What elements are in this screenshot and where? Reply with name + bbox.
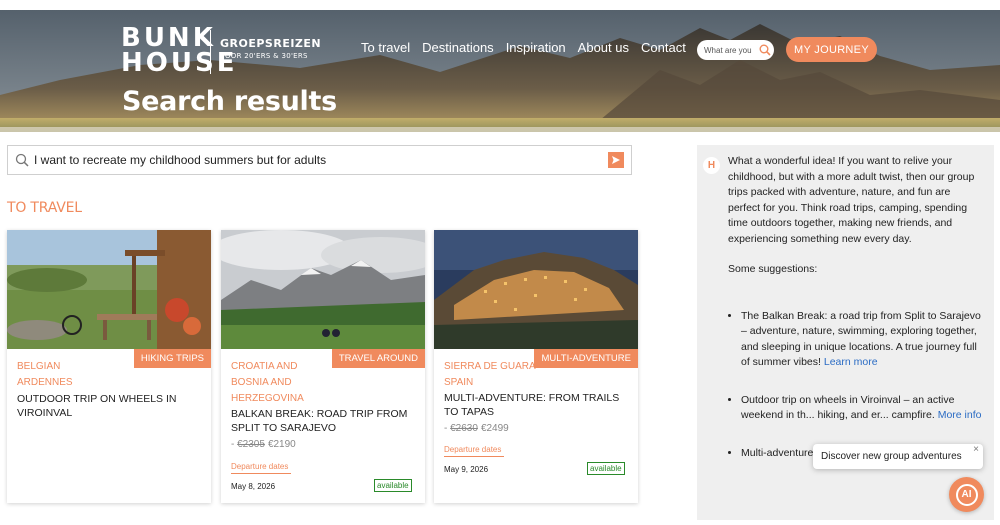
trip-image xyxy=(7,230,211,349)
header-search-input[interactable] xyxy=(704,45,756,55)
suggestion-item: Outdoor trip on wheels in Viroinval – an… xyxy=(741,393,984,424)
trip-title[interactable]: BALKAN BREAK: ROAD TRIP FROM SPLIT TO SA… xyxy=(231,407,417,435)
send-button[interactable] xyxy=(608,152,624,168)
trip-card[interactable]: HIKING TRIPS BELGIAN ARDENNES OUTDOOR TR… xyxy=(7,230,211,503)
logo-tagline-main: GROEPSREIZEN xyxy=(220,37,322,50)
trip-title[interactable]: OUTDOOR TRIP ON WHEELS IN VIROINVAL xyxy=(17,392,203,420)
new-price: €2499 xyxy=(480,423,509,434)
assistant-intro: What a wonderful idea! If you want to re… xyxy=(728,155,975,245)
category-tag: HIKING TRIPS xyxy=(133,349,211,368)
search-icon[interactable] xyxy=(758,43,772,57)
category-tag: MULTI-ADVENTURE xyxy=(534,349,638,368)
trip-card[interactable]: MULTI-ADVENTURE SIERRA DE GUARA SPAIN MU… xyxy=(434,230,638,503)
price-prefix: - xyxy=(444,423,448,434)
trip-title[interactable]: MULTI-ADVENTURE: FROM TRAILS TO TAPAS xyxy=(444,391,630,419)
departure-date: May 9, 2026 xyxy=(444,465,489,474)
trip-image xyxy=(221,230,425,349)
price-prefix: - xyxy=(231,439,235,450)
departure-dates-link[interactable]: Departure dates xyxy=(444,445,504,457)
logo-tagline: GROEPSREIZEN VOOR 20'ERS & 30'ERS xyxy=(220,37,321,60)
nav-inspiration[interactable]: Inspiration xyxy=(506,40,566,55)
category-tag: TRAVEL AROUND xyxy=(331,349,425,368)
assistant-avatar-letter: H xyxy=(707,160,716,171)
nav-destinations[interactable]: Destinations xyxy=(422,40,494,55)
departure-date: May 8, 2026 xyxy=(231,482,276,491)
close-icon[interactable]: × xyxy=(973,437,979,462)
discover-popup[interactable]: Discover new group adventures × xyxy=(813,444,983,469)
suggestion-link[interactable]: More info xyxy=(938,409,982,421)
hero-header: BUNK HOUSE GROEPSREIZEN VOOR 20'ERS & 30… xyxy=(0,10,1000,132)
availability-badge: available xyxy=(587,462,625,475)
logo-divider xyxy=(210,30,211,74)
main-navigation: To travel Destinations Inspiration About… xyxy=(361,40,686,55)
search-icon xyxy=(15,153,29,167)
suggestions-list: The Balkan Break: a road trip from Split… xyxy=(728,309,984,462)
page-title: Search results xyxy=(122,86,337,117)
ai-fab-label: AI xyxy=(961,489,972,500)
trip-price: - €2630 €2499 xyxy=(444,423,509,434)
trip-location: CROATIA AND BOSNIA AND HERZEGOVINA xyxy=(231,361,304,404)
section-title: TO TRAVEL xyxy=(7,200,82,216)
nav-about-us[interactable]: About us xyxy=(578,40,629,55)
send-icon xyxy=(612,156,620,164)
old-price: €2305 xyxy=(237,439,265,450)
trip-image xyxy=(434,230,638,349)
ai-icon: AI xyxy=(955,483,978,506)
popup-text: Discover new group adventures xyxy=(821,451,962,462)
suggestion-text: Outdoor trip on wheels in Viroinval – an… xyxy=(741,393,955,422)
header-search xyxy=(697,40,774,60)
old-price: €2630 xyxy=(450,423,478,434)
nav-to-travel[interactable]: To travel xyxy=(361,40,410,55)
availability-badge: available xyxy=(374,479,412,492)
logo-tagline-sub: VOOR 20'ERS & 30'ERS xyxy=(220,52,308,60)
my-journey-button[interactable]: MY JOURNEY xyxy=(786,37,877,62)
ai-chat-button[interactable]: AI xyxy=(949,477,984,512)
search-input[interactable] xyxy=(34,153,608,167)
trip-price: - €2305 €2190 xyxy=(231,439,296,450)
nav-contact[interactable]: Contact xyxy=(641,40,686,55)
suggestions-label: Some suggestions: xyxy=(728,263,818,275)
trip-location: BELGIAN ARDENNES xyxy=(17,361,73,388)
new-price: €2190 xyxy=(267,439,296,450)
suggestion-item: The Balkan Break: a road trip from Split… xyxy=(741,309,984,371)
assistant-message: What a wonderful idea! If you want to re… xyxy=(728,154,984,483)
trip-location: SIERRA DE GUARA SPAIN xyxy=(444,361,536,388)
search-bar xyxy=(7,145,632,175)
trip-card[interactable]: TRAVEL AROUND CROATIA AND BOSNIA AND HER… xyxy=(221,230,425,503)
suggestion-link[interactable]: Learn more xyxy=(824,356,878,368)
assistant-avatar-icon: H xyxy=(703,157,720,174)
departure-dates-link[interactable]: Departure dates xyxy=(231,462,291,474)
